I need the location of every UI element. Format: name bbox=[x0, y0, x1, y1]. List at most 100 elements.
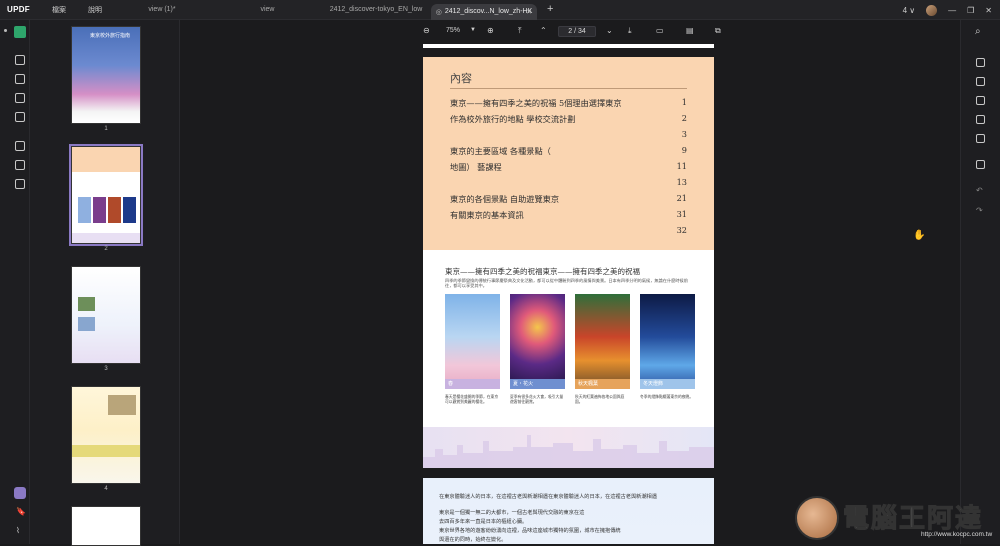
tab-view[interactable]: view bbox=[215, 0, 320, 20]
section-subtitle: 四季的季節變換的傳統行事節慶祭典及文化活動，都可以從中體驗到四季的風情與美景。日… bbox=[445, 278, 688, 288]
left-toolbar: 🔖 ⌇ bbox=[0, 20, 30, 544]
tab-label: 2412_discover-tokyo_EN_low bbox=[329, 6, 423, 13]
zoom-level[interactable]: 75% bbox=[446, 27, 460, 34]
compare-icon[interactable]: ⧉ bbox=[715, 26, 721, 36]
photo-spring-sakura bbox=[445, 294, 500, 389]
previous-page-icon[interactable]: ⌃ bbox=[540, 26, 547, 35]
pdf-page-2: 內容 東京——擁有四季之美的祝福 5個理由選擇東京 1 作為校外旅行的地點 學校交… bbox=[423, 57, 714, 468]
ocr-icon[interactable] bbox=[976, 58, 985, 67]
app-logo: UPDF bbox=[7, 5, 30, 14]
section-title: 東京——擁有四季之美的祝福東京——擁有四季之美的祝福 bbox=[445, 267, 640, 276]
email-icon[interactable] bbox=[976, 134, 985, 143]
redo-icon[interactable]: ↷ bbox=[976, 206, 983, 215]
thumbnail-banner bbox=[72, 445, 140, 457]
thumbnail-page-2[interactable] bbox=[69, 144, 143, 246]
toc-page: 31 bbox=[676, 209, 687, 219]
organize-icon[interactable] bbox=[15, 112, 25, 122]
thumbnail-page-5[interactable] bbox=[71, 506, 141, 546]
bookmark-icon[interactable]: 🔖 bbox=[16, 507, 26, 516]
thumbnail-page-1[interactable]: 東京校外旅行指南 bbox=[71, 26, 141, 124]
skyline-svg bbox=[423, 435, 714, 468]
search-icon[interactable]: ⌕ bbox=[975, 26, 981, 37]
avatar[interactable] bbox=[926, 4, 938, 16]
toc-entry: 東京——擁有四季之美的祝福 5個理由選擇東京 bbox=[450, 98, 622, 108]
menu-file[interactable]: 檔案 bbox=[42, 5, 76, 15]
document-icon: ◎ bbox=[435, 8, 442, 16]
right-toolbar: ⌕ ↶ ↷ bbox=[960, 20, 1000, 544]
attachment-icon[interactable]: ⌇ bbox=[16, 526, 20, 535]
toc-page: 11 bbox=[676, 161, 687, 171]
page-text-line: 東京是一個獨一無二的大都市，一個古老與現代交融的東京在這 bbox=[439, 510, 585, 516]
presentation-icon[interactable]: ▭ bbox=[656, 26, 664, 35]
photo-caption: 夏・花火 bbox=[510, 379, 565, 389]
new-tab-button[interactable]: + bbox=[541, 3, 553, 15]
crop-icon[interactable] bbox=[15, 160, 25, 170]
mascot-logo bbox=[795, 496, 839, 540]
photo-text: 春天是櫻花盛開的季節，在東京可以觀賞到美麗的櫻花。 bbox=[445, 395, 499, 404]
zoom-in-icon[interactable]: ⊕ bbox=[487, 26, 494, 35]
minimize-icon[interactable]: — bbox=[948, 6, 956, 15]
site-watermark: 電腦王阿達 http://www.kocpc.com.tw bbox=[795, 490, 995, 544]
photo-text: 秋天的紅葉遍佈各地公園與庭園。 bbox=[575, 395, 625, 404]
photo-caption: 春 bbox=[445, 379, 500, 389]
page-number-input[interactable]: 2 / 34 bbox=[558, 26, 596, 37]
tab-view-1[interactable]: view (1)* bbox=[112, 0, 212, 20]
edit-icon[interactable] bbox=[15, 74, 25, 84]
page-text-line: 去四百多年來一直是日本的樞紐心臟。 bbox=[439, 519, 528, 525]
toc-entry: 地圖） 藝課程 bbox=[450, 162, 502, 172]
share-icon[interactable] bbox=[976, 115, 985, 124]
thumbnail-number: 2 bbox=[104, 246, 108, 252]
layers-icon[interactable] bbox=[15, 179, 25, 189]
thumbnail-number: 3 bbox=[104, 366, 108, 372]
close-icon[interactable]: ✕ bbox=[985, 6, 992, 15]
zoom-dropdown-icon[interactable]: ▼ bbox=[470, 27, 476, 33]
thumbnail-page-4[interactable] bbox=[71, 386, 141, 484]
toc-page: 1 bbox=[681, 97, 687, 107]
next-page-icon[interactable]: ⌄ bbox=[606, 26, 613, 35]
last-page-icon[interactable]: ⤓ bbox=[628, 26, 632, 36]
first-page-icon[interactable]: ⤒ bbox=[518, 26, 522, 36]
toc-entry: 東京的各個景點 自助遊覽東京 bbox=[450, 194, 560, 204]
comment-icon[interactable] bbox=[15, 55, 25, 65]
page-text-line: 東京世界各地的遊客紛紛湧向這裡，品味這座城市獨特的氛圍，城市在擁抱傳統 bbox=[439, 528, 621, 534]
photo-text: 夏季有很多花火大會，吸引大量遊客前往觀賞。 bbox=[510, 395, 564, 404]
thumbnail-photo bbox=[78, 317, 95, 331]
toc-page: 3 bbox=[681, 129, 687, 139]
title-bar: UPDF 檔案 說明 view (1)* view 2412_discover-… bbox=[0, 0, 1000, 20]
thumbnail-photo bbox=[78, 297, 95, 311]
toc-entry: 東京的主要區域 各種景點（ bbox=[450, 146, 551, 156]
thumbnail-page-3[interactable] bbox=[71, 266, 141, 364]
photo-text: 冬季的燈飾點綴著東京的夜晚。 bbox=[640, 395, 694, 399]
thumbnail-number: 4 bbox=[104, 486, 108, 492]
tab-discover-en[interactable]: 2412_discover-tokyo_EN_low bbox=[322, 0, 430, 20]
toc-page: 9 bbox=[681, 145, 687, 155]
hand-cursor-icon: ✋ bbox=[913, 230, 926, 241]
menu-help[interactable]: 說明 bbox=[78, 5, 112, 15]
save-icon[interactable] bbox=[976, 160, 985, 169]
toc-section: 內容 東京——擁有四季之美的祝福 5個理由選擇東京 1 作為校外旅行的地點 學校交… bbox=[423, 57, 714, 250]
thumbnail-panel: 東京校外旅行指南 1 2 3 4 bbox=[30, 20, 180, 546]
zoom-out-icon[interactable]: ⊖ bbox=[423, 26, 430, 35]
protect-icon[interactable] bbox=[976, 96, 985, 105]
stamp-icon[interactable] bbox=[15, 141, 25, 151]
thumbnail-photo bbox=[93, 197, 106, 223]
convert-icon[interactable] bbox=[976, 77, 985, 86]
photo-winter-illumination bbox=[640, 294, 695, 389]
toc-page: 2 bbox=[681, 113, 687, 123]
thumbnail-cover-title: 東京校外旅行指南 bbox=[90, 33, 131, 39]
thumbnail-photo bbox=[108, 197, 121, 223]
tab-discover-zh[interactable]: ◎ 2412_discov...N_low_zh-HK ✕ bbox=[431, 3, 537, 20]
tab-label: view bbox=[260, 6, 275, 13]
reader-mode-icon[interactable] bbox=[14, 26, 26, 38]
toc-page: 13 bbox=[676, 177, 687, 187]
window-count[interactable]: 4 ∨ bbox=[903, 6, 916, 15]
undo-icon[interactable]: ↶ bbox=[976, 186, 983, 195]
restore-icon[interactable]: ❐ bbox=[967, 6, 974, 15]
city-skyline-graphic bbox=[423, 427, 714, 468]
close-tab-icon[interactable]: ✕ bbox=[526, 8, 532, 16]
form-icon[interactable] bbox=[15, 93, 25, 103]
window-count-label: 4 bbox=[902, 5, 908, 15]
ai-assistant-icon[interactable] bbox=[14, 487, 26, 499]
page-display-icon[interactable]: ▤ bbox=[686, 26, 694, 35]
photo-caption: 冬天燈飾 bbox=[640, 379, 695, 389]
